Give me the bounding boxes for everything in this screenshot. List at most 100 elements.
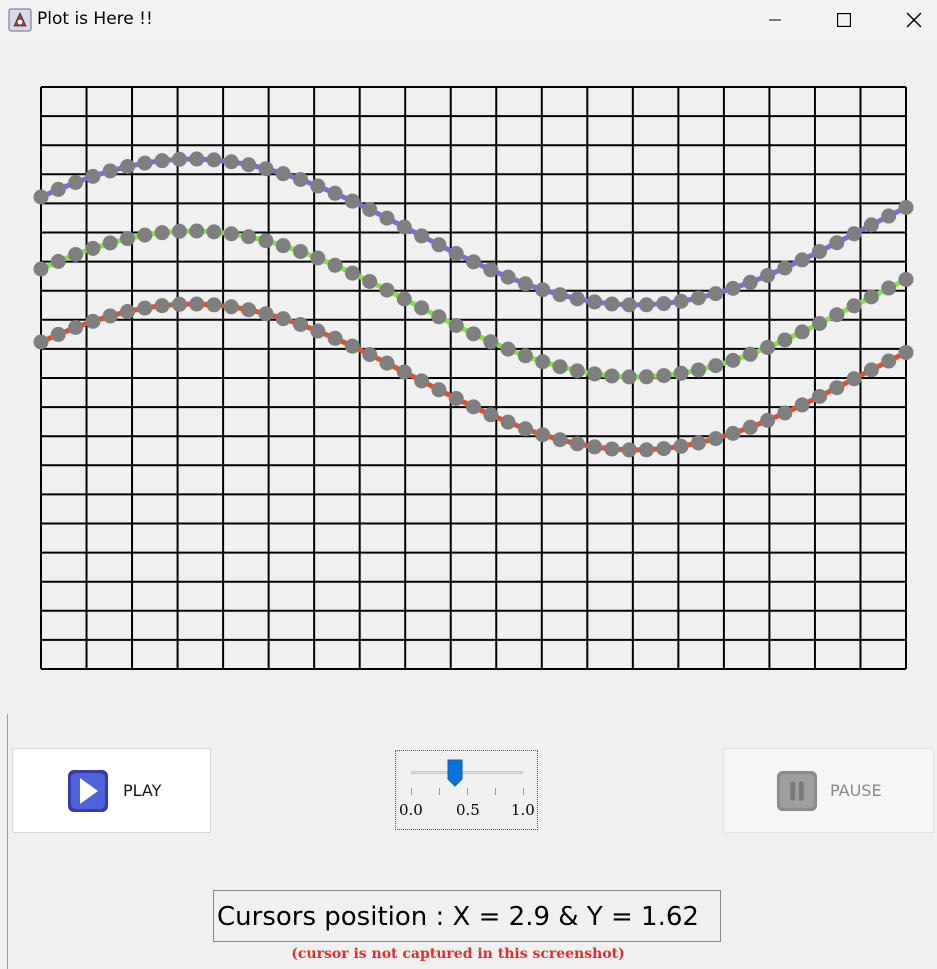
cursor-position-readout: Cursors position : X = 2.9 & Y = 1.62	[213, 890, 721, 942]
curve-marker	[760, 412, 776, 428]
slider-tick	[523, 788, 524, 795]
curve-marker	[241, 157, 257, 173]
curve-marker	[690, 435, 706, 451]
curve-marker	[102, 163, 118, 179]
curve-marker	[881, 208, 897, 224]
window-title: Plot is Here !!	[37, 9, 153, 29]
title-bar: Plot is Here !!	[0, 0, 937, 40]
cursor-note: (cursor is not captured in this screensh…	[291, 946, 625, 962]
curve-marker	[898, 344, 914, 360]
curve-marker	[293, 316, 308, 332]
curve-marker	[483, 262, 499, 278]
play-label: PLAY	[123, 781, 162, 800]
curve-marker	[777, 405, 793, 421]
curve-marker	[258, 161, 274, 177]
java-app-icon	[8, 8, 32, 32]
curve-marker	[881, 280, 897, 296]
curve-marker	[396, 291, 412, 307]
curve-marker	[223, 299, 239, 315]
curve-marker	[569, 436, 585, 452]
curve-marker	[552, 432, 568, 448]
curve-marker	[310, 250, 326, 266]
curve-marker	[344, 193, 360, 209]
curve-marker	[500, 269, 516, 285]
curve-marker	[656, 441, 672, 457]
curve-marker	[639, 369, 654, 385]
curve-marker	[258, 233, 274, 249]
curve-marker	[275, 166, 291, 182]
curve-marker	[517, 421, 533, 437]
curve-line	[39, 301, 908, 453]
curve-marker	[223, 154, 239, 170]
curve-marker	[794, 252, 810, 268]
curve-marker	[327, 330, 343, 346]
pause-button[interactable]: PAUSE	[723, 748, 934, 833]
curve-marker	[120, 231, 135, 247]
curve-marker	[50, 253, 66, 269]
close-icon	[906, 12, 922, 28]
minimize-button[interactable]	[752, 0, 798, 40]
curve-marker	[33, 261, 49, 277]
curve-marker	[863, 217, 879, 233]
curve-marker	[812, 243, 827, 259]
close-button[interactable]	[891, 0, 937, 40]
maximize-button[interactable]	[821, 0, 867, 40]
curve-marker	[275, 311, 291, 327]
play-icon	[68, 769, 108, 812]
curve-marker	[656, 296, 672, 312]
slider-min-label: 0.0	[399, 801, 423, 819]
curve-marker	[604, 296, 620, 312]
play-button[interactable]: PLAY	[12, 748, 211, 833]
curve-marker	[863, 362, 879, 378]
curve-marker	[760, 339, 776, 355]
curve-marker	[829, 380, 845, 396]
curve-marker	[33, 334, 49, 350]
curve-marker	[846, 371, 862, 387]
slider-tick	[439, 788, 440, 795]
slider-track[interactable]	[411, 771, 523, 774]
curve-marker	[690, 362, 706, 378]
pause-icon	[776, 770, 818, 811]
curve-marker	[535, 282, 551, 298]
curve-marker	[102, 235, 118, 251]
curve-marker	[829, 235, 845, 251]
curve-marker	[794, 324, 810, 340]
curve-marker	[483, 334, 499, 350]
curve-marker	[898, 199, 914, 215]
curve-marker	[569, 363, 585, 379]
curve-marker	[241, 229, 257, 245]
curve-marker	[241, 302, 257, 318]
curve-marker	[639, 297, 654, 313]
curve-marker	[102, 308, 118, 324]
curve-marker	[621, 442, 637, 458]
curve-marker	[812, 388, 827, 404]
curve-marker	[344, 265, 360, 281]
curve-marker	[189, 151, 205, 167]
curve-marker	[189, 296, 205, 312]
curve-marker	[708, 358, 724, 374]
curve-marker	[120, 304, 135, 320]
curve-marker	[33, 189, 49, 205]
curve-marker	[396, 364, 412, 380]
speed-slider[interactable]: 0.0 0.5 1.0	[395, 750, 538, 830]
curve-marker	[725, 425, 741, 441]
curve-marker	[258, 306, 274, 322]
curve-marker	[587, 439, 603, 455]
curve-marker	[466, 326, 481, 342]
curve-marker	[621, 369, 637, 385]
curve-marker	[448, 390, 464, 406]
curve-marker	[725, 280, 741, 296]
curve-marker	[673, 293, 689, 309]
curve-marker	[725, 352, 741, 368]
plot-canvas[interactable]	[0, 40, 937, 690]
curve-marker	[431, 382, 447, 398]
curve-marker	[310, 178, 326, 194]
curve-marker	[206, 224, 222, 240]
curve-marker	[673, 365, 689, 381]
curve-marker	[68, 247, 84, 263]
curve-marker	[223, 226, 239, 242]
slider-thumb[interactable]	[447, 759, 463, 787]
slider-tick	[411, 788, 412, 795]
curve-marker	[362, 201, 378, 217]
curve-marker	[794, 397, 810, 413]
